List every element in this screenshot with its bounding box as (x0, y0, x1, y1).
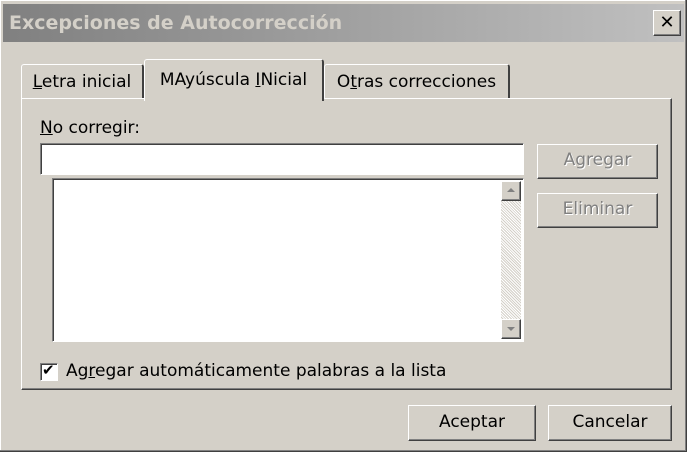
agregar-button[interactable]: Agregar (537, 144, 658, 179)
tab-label: MAyúscula INicial (159, 70, 308, 90)
close-icon: ✕ (659, 12, 675, 33)
auto-add-label[interactable]: Agregar automáticamente palabras a la li… (66, 361, 446, 381)
eliminar-button[interactable]: Eliminar (537, 193, 658, 228)
tab-otras-correcciones[interactable]: Otras correcciones (324, 64, 510, 98)
cancel-label: Cancelar (572, 412, 648, 432)
tab-letra-inicial[interactable]: Letra inicial (21, 64, 144, 98)
ok-button[interactable]: Aceptar (408, 405, 536, 441)
scroll-up-button[interactable] (501, 181, 521, 201)
arrow-down-icon (507, 327, 515, 331)
no-corregir-label: No corregir: (40, 118, 140, 138)
cancel-button[interactable]: Cancelar (548, 405, 672, 441)
agregar-label: Agregar (563, 150, 632, 170)
eliminar-label: Eliminar (562, 199, 633, 219)
tab-mayuscula-inicial[interactable]: MAyúscula INicial (144, 59, 324, 101)
no-corregir-input[interactable] (40, 143, 524, 175)
dialog-title: Excepciones de Autocorrección (9, 12, 343, 34)
exceptions-list[interactable] (52, 178, 524, 342)
check-icon: ✔ (42, 361, 55, 379)
tab-label: Letra inicial (32, 72, 132, 92)
autocorrect-exceptions-dialog: Excepciones de Autocorrección ✕ Letra in… (0, 0, 687, 452)
list-scrollbar[interactable] (501, 181, 521, 339)
arrow-up-icon (507, 188, 515, 192)
tab-label: Otras correcciones (336, 72, 497, 92)
title-bar[interactable]: Excepciones de Autocorrección ✕ (3, 4, 684, 42)
ok-label: Aceptar (439, 412, 505, 432)
auto-add-checkbox[interactable]: ✔ (40, 361, 58, 381)
scroll-down-button[interactable] (501, 319, 521, 339)
tab-panel: No corregir: Agregar Eliminar ✔ Agregar … (21, 98, 672, 390)
close-button[interactable]: ✕ (653, 10, 681, 36)
